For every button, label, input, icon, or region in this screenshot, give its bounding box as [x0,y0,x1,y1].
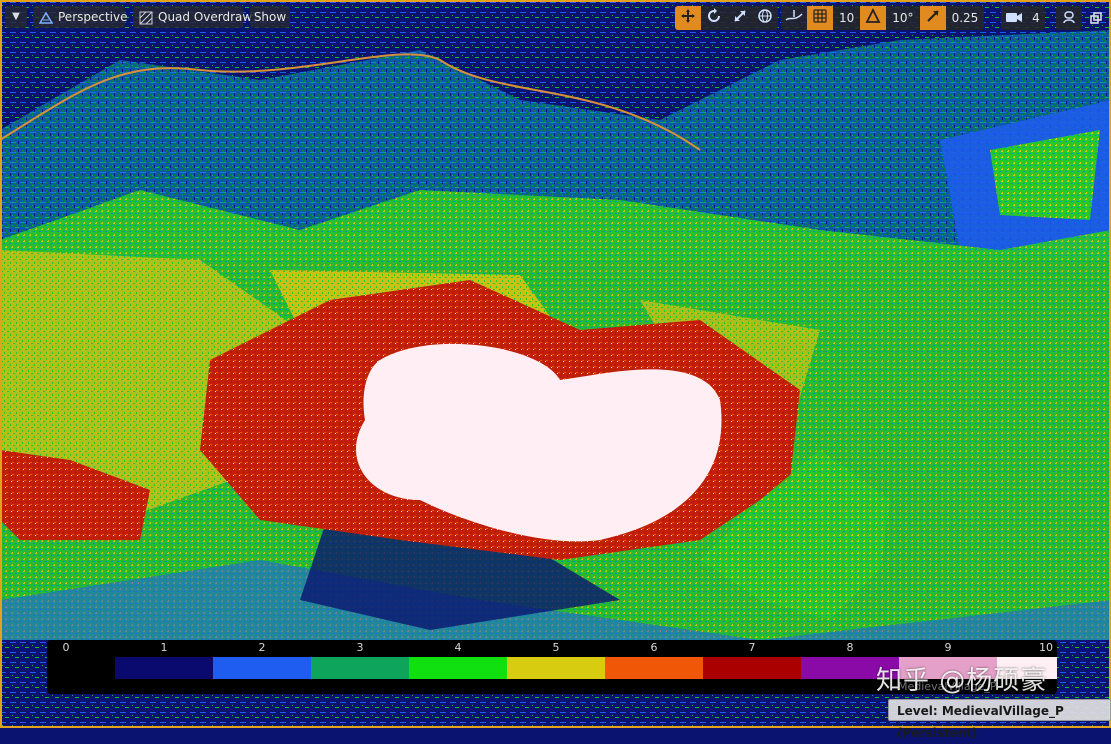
scale-snap-icon [925,8,941,28]
legend-tick-3: 3 [356,641,364,654]
rotation-snap-toggle[interactable] [860,6,887,30]
legend-tick-7: 7 [748,641,756,654]
perspective-label: Perspective [58,10,128,24]
camera-speed-group: 4 [1001,6,1045,30]
maximize-viewport-button[interactable] [1056,6,1082,30]
legend-swatch-6 [605,657,703,679]
maximize-group [1056,6,1082,30]
scale-snap-value[interactable]: 0.25 [946,6,985,30]
grid-snap-value[interactable]: 10 [833,6,860,30]
camera-speed-value[interactable]: 4 [1027,6,1045,30]
move-icon [680,8,696,28]
legend-swatch-5 [507,657,605,679]
viewport-options-button[interactable]: ▼ [5,6,27,28]
legend-tick-2: 2 [258,641,266,654]
show-button[interactable]: Show [250,6,290,28]
legend-tick-0: 0 [62,641,70,654]
dropdown-arrow-icon: ▼ [12,11,20,22]
legend-swatch-0 [47,657,115,679]
watermark: 知乎 @杨硕豪 [876,666,1048,696]
restore-window-button[interactable] [1088,6,1104,30]
legend-swatch-1 [115,657,213,679]
legend-tick-1: 1 [160,641,168,654]
quad-overdraw-icon [139,10,153,25]
legend-tick-8: 8 [846,641,854,654]
rotation-snap-value[interactable]: 10° [886,6,919,30]
surface-snap-button[interactable] [781,6,807,30]
restore-group [1088,6,1104,30]
viewport[interactable] [0,0,1111,728]
world-coordinates-button[interactable] [752,6,778,30]
camera-speed-button[interactable] [1001,6,1027,30]
scale-tool-button[interactable] [727,6,753,30]
legend-swatch-7 [703,657,801,679]
surface-snap-icon [785,8,803,28]
current-level-indicator: Level: MedievalVillage_P (Persistent) [888,699,1111,740]
legend-tick-4: 4 [454,641,462,654]
grid-snap-icon [812,8,828,28]
restore-window-icon [1090,9,1102,28]
perspective-icon [38,10,54,24]
move-tool-button[interactable] [675,6,701,30]
transform-tools [675,6,753,30]
world-globe-icon [757,8,773,28]
show-label: Show [253,10,287,24]
legend-swatch-2 [213,657,311,679]
legend-tick-6: 6 [650,641,658,654]
legend-tick-10: 10 [1039,641,1053,654]
maximize-icon [1062,9,1076,28]
coordinate-system-group [752,6,778,30]
view-mode-label: Quad Overdraw [158,10,253,24]
legend-tick-5: 5 [552,641,560,654]
legend-tick-9: 9 [944,641,952,654]
rotate-tool-button[interactable] [701,6,727,30]
camera-speed-icon [1005,9,1023,28]
view-mode-button[interactable]: Quad Overdraw [133,6,252,28]
scale-icon [732,8,748,28]
scale-snap-toggle[interactable] [919,6,946,30]
rotate-icon [706,8,722,28]
rotation-snap-icon [865,7,881,28]
grid-snap-toggle[interactable] [807,6,833,30]
legend-swatch-3 [311,657,409,679]
legend-swatch-4 [409,657,507,679]
overdraw-scene [0,0,1111,728]
perspective-button[interactable]: Perspective [33,6,128,28]
snap-controls: 10 10° 0.25 [781,6,985,30]
